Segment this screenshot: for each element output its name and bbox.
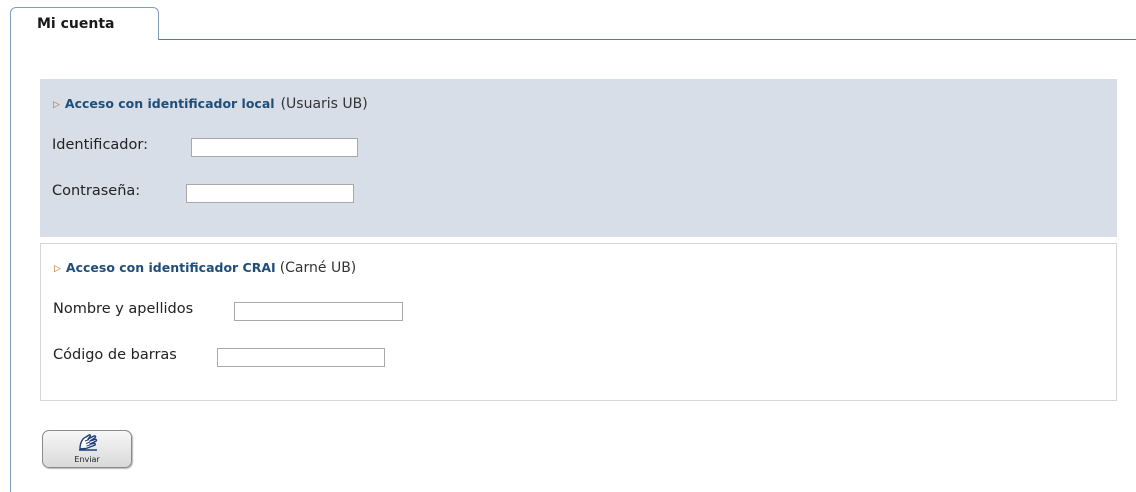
triangle-right-icon: ▷ (53, 100, 60, 110)
crai-access-link[interactable]: Acceso con identificador CRAI (66, 260, 276, 275)
local-access-note: (Usuaris UB) (280, 96, 368, 112)
contrasena-label: Contraseña: (52, 183, 141, 199)
local-access-heading: ▷ Acceso con identificador local (Usuaris … (53, 96, 368, 112)
codigo-barras-label: Código de barras (53, 347, 177, 363)
triangle-right-icon: ▷ (54, 264, 61, 274)
identificador-label: Identificador: (52, 137, 148, 153)
enviar-label: Enviar (74, 455, 100, 464)
identificador-input[interactable] (191, 138, 358, 157)
codigo-barras-input[interactable] (217, 348, 385, 367)
local-access-link[interactable]: Acceso con identificador local (65, 96, 275, 111)
tab-bar-divider (159, 39, 1136, 40)
contrasena-input[interactable] (186, 184, 354, 203)
nombre-apellidos-label: Nombre y apellidos (53, 301, 194, 317)
crai-access-note: (Carné UB) (279, 260, 357, 276)
crai-access-heading: ▷ Acceso con identificador CRAI (Carné UB) (54, 260, 356, 276)
content-frame-border (10, 39, 11, 492)
nombre-apellidos-input[interactable] (234, 302, 403, 321)
tab-label: Mi cuenta (37, 16, 115, 32)
crai-access-panel: ▷ Acceso con identificador CRAI (Carné UB)… (40, 243, 1117, 401)
hand-send-icon (79, 434, 98, 451)
enviar-button[interactable]: Enviar (42, 430, 132, 468)
local-access-panel: ▷ Acceso con identificador local (Usuaris … (40, 79, 1117, 237)
tab-mi-cuenta[interactable]: Mi cuenta (10, 7, 159, 40)
